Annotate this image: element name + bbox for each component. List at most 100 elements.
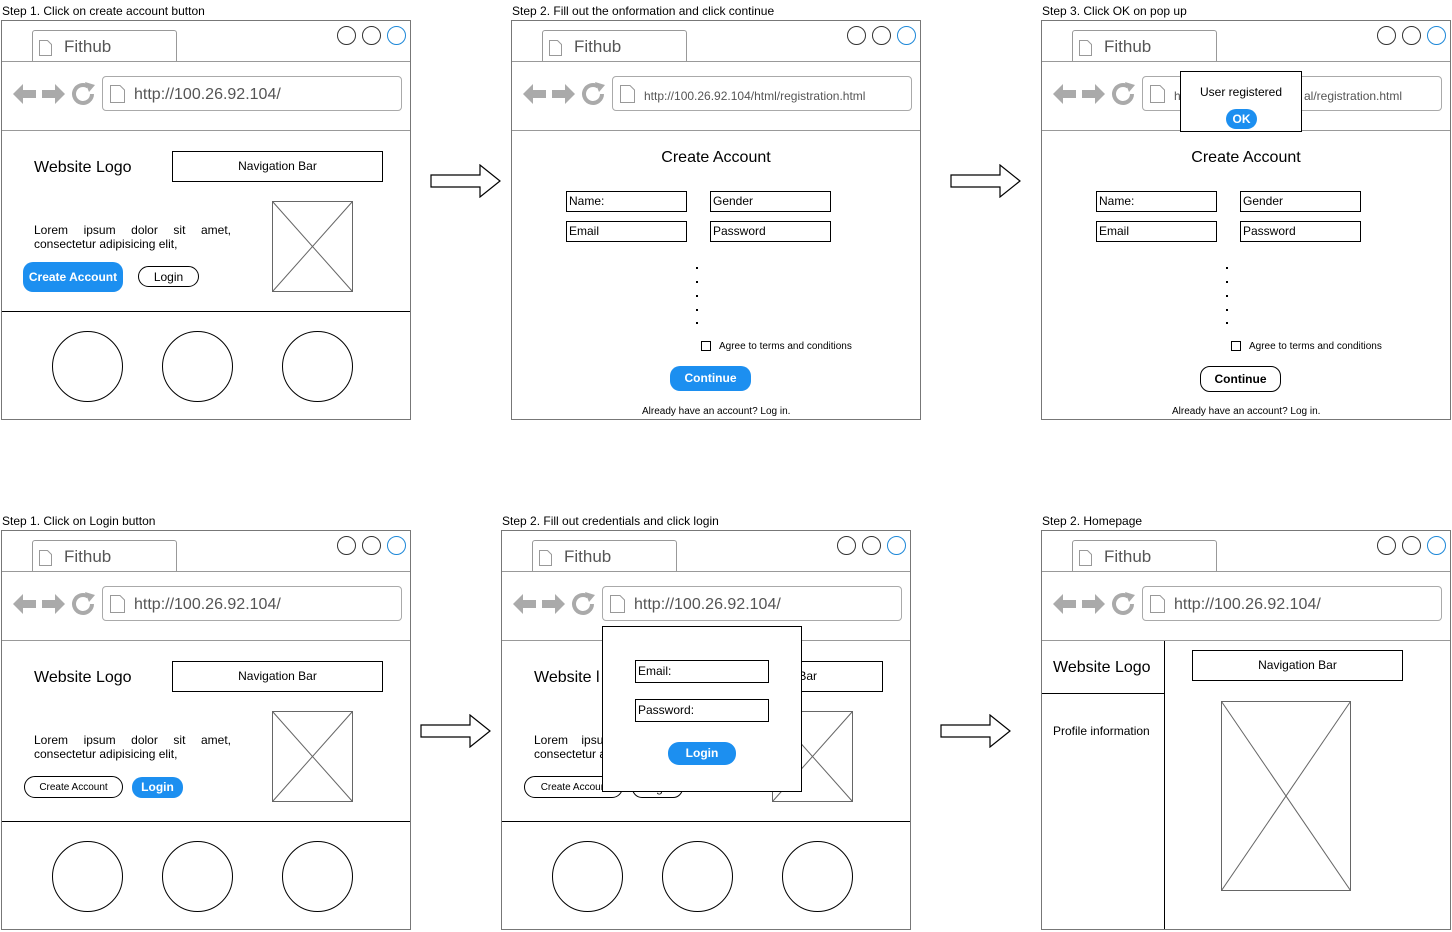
maximize-button[interactable]	[1402, 536, 1421, 555]
document-icon	[539, 550, 552, 566]
image-placeholder-icon	[272, 711, 353, 802]
sidebar-item-profile[interactable]: Profile information	[1053, 724, 1150, 738]
lorem-text: Lorem ipsum dolor sit amet, consectetur …	[34, 733, 231, 761]
image-placeholder-icon	[1221, 701, 1351, 891]
step-title-1: Step 1. Click on create account button	[2, 4, 205, 18]
maximize-button[interactable]	[362, 536, 381, 555]
terms-checkbox[interactable]	[1231, 341, 1241, 351]
user-registered-popup: User registered OK	[1180, 71, 1302, 132]
minimize-button[interactable]	[1377, 536, 1396, 555]
browser-tab[interactable]: Fithub	[542, 30, 687, 62]
address-bar[interactable]: http://100.26.92.104/	[102, 76, 402, 111]
website-logo: Website l	[534, 669, 600, 686]
flow-arrow-icon	[420, 714, 491, 748]
ok-button[interactable]: OK	[1226, 109, 1257, 129]
minimize-button[interactable]	[837, 536, 856, 555]
browser-window-step5: Fithub http://100.26.92.104/ Website l B…	[501, 530, 911, 930]
lorem-text: consectetur a	[534, 747, 607, 761]
minimize-button[interactable]	[337, 536, 356, 555]
name-field[interactable]: Name:	[566, 191, 687, 212]
create-account-button[interactable]: Create Account	[24, 776, 123, 798]
step-title-2: Step 2. Fill out the onformation and cli…	[512, 4, 775, 18]
gender-field[interactable]: Gender	[1240, 191, 1361, 212]
password-field[interactable]: Password	[1240, 221, 1361, 242]
url-text: http://100.26.92.104/	[1174, 596, 1321, 613]
continue-button[interactable]: Continue	[670, 366, 751, 391]
close-button[interactable]	[387, 26, 406, 45]
flow-arrow-icon	[430, 164, 501, 198]
url-text: http://100.26.92.104/	[134, 86, 281, 103]
browser-tab[interactable]: Fithub	[1072, 30, 1217, 62]
nav-controls-icon[interactable]	[1052, 592, 1136, 616]
maximize-button[interactable]	[872, 26, 891, 45]
browser-tab[interactable]: Fithub	[532, 540, 677, 572]
maximize-button[interactable]	[362, 26, 381, 45]
navigation-bar[interactable]: Navigation Bar	[172, 151, 383, 182]
tab-title: Fithub	[1104, 37, 1152, 56]
flow-arrow-icon	[950, 164, 1021, 198]
continue-button[interactable]: Continue	[1200, 366, 1281, 392]
tab-title: Fithub	[574, 37, 622, 56]
document-icon	[110, 85, 125, 103]
close-button[interactable]	[897, 26, 916, 45]
close-button[interactable]	[1427, 26, 1446, 45]
close-button[interactable]	[1427, 536, 1446, 555]
login-button[interactable]: Login	[132, 777, 183, 798]
login-link[interactable]: Already have an account? Log in.	[642, 406, 790, 417]
step-title-3: Step 3. Click OK on pop up	[1042, 4, 1187, 18]
browser-tab[interactable]: Fithub	[32, 30, 177, 62]
maximize-button[interactable]	[862, 536, 881, 555]
feature-circle	[782, 841, 853, 912]
nav-controls-icon[interactable]	[512, 592, 596, 616]
browser-window-step3: Fithub h al/registration.html Create Acc…	[1041, 20, 1451, 420]
tab-title: Fithub	[564, 547, 612, 566]
nav-controls-icon[interactable]	[1052, 82, 1136, 106]
gender-field[interactable]: Gender	[710, 191, 831, 212]
feature-circle	[52, 331, 123, 402]
login-link[interactable]: Already have an account? Log in.	[1172, 406, 1320, 417]
login-submit-button[interactable]: Login	[668, 742, 736, 765]
minimize-button[interactable]	[847, 26, 866, 45]
page-title: Create Account	[661, 149, 771, 166]
close-button[interactable]	[387, 536, 406, 555]
address-bar[interactable]: http://100.26.92.104/	[1142, 586, 1442, 621]
step-title-4: Step 1. Click on Login button	[2, 514, 156, 528]
navigation-bar[interactable]: Navigation Bar	[1192, 650, 1403, 681]
login-button[interactable]: Login	[138, 266, 199, 287]
nav-controls-icon[interactable]	[12, 82, 96, 106]
browser-tab[interactable]: Fithub	[1072, 540, 1217, 572]
address-bar[interactable]: http://100.26.92.104/	[602, 586, 902, 621]
terms-label: Agree to terms and conditions	[719, 341, 852, 352]
maximize-button[interactable]	[1402, 26, 1421, 45]
browser-tab[interactable]: Fithub	[32, 540, 177, 572]
terms-checkbox[interactable]	[701, 341, 711, 351]
name-field[interactable]: Name:	[1096, 191, 1217, 212]
email-field[interactable]: Email:	[635, 660, 769, 683]
feature-circle	[662, 841, 733, 912]
document-icon	[610, 595, 625, 613]
email-field[interactable]: Email	[1096, 221, 1217, 242]
password-field[interactable]: Password	[710, 221, 831, 242]
close-button[interactable]	[887, 536, 906, 555]
minimize-button[interactable]	[337, 26, 356, 45]
document-icon	[110, 595, 125, 613]
create-account-button[interactable]: Create Account	[23, 262, 123, 292]
browser-window-step4: Fithub http://100.26.92.104/ Website Log…	[1, 530, 411, 930]
address-bar[interactable]: http://100.26.92.104/html/registration.h…	[612, 76, 912, 111]
address-bar[interactable]: http://100.26.92.104/	[102, 586, 402, 621]
website-logo: Website Logo	[1053, 659, 1151, 676]
lorem-text: Lorem ipsum dolor sit amet, consectetur …	[34, 223, 231, 251]
email-field[interactable]: Email	[566, 221, 687, 242]
password-field[interactable]: Password:	[635, 699, 769, 722]
document-icon	[1079, 550, 1092, 566]
image-placeholder-icon	[272, 201, 353, 292]
browser-window-step2: Fithub http://100.26.92.104/html/registr…	[511, 20, 921, 420]
step-title-5: Step 2. Fill out credentials and click l…	[502, 514, 719, 528]
minimize-button[interactable]	[1377, 26, 1396, 45]
browser-window-step6: Fithub http://100.26.92.104/ Website Log…	[1041, 530, 1451, 930]
nav-controls-icon[interactable]	[522, 82, 606, 106]
navigation-bar[interactable]: Navigation Bar	[172, 661, 383, 692]
feature-circle	[552, 841, 623, 912]
login-popup: Email: Password: Login	[602, 626, 802, 792]
nav-controls-icon[interactable]	[12, 592, 96, 616]
